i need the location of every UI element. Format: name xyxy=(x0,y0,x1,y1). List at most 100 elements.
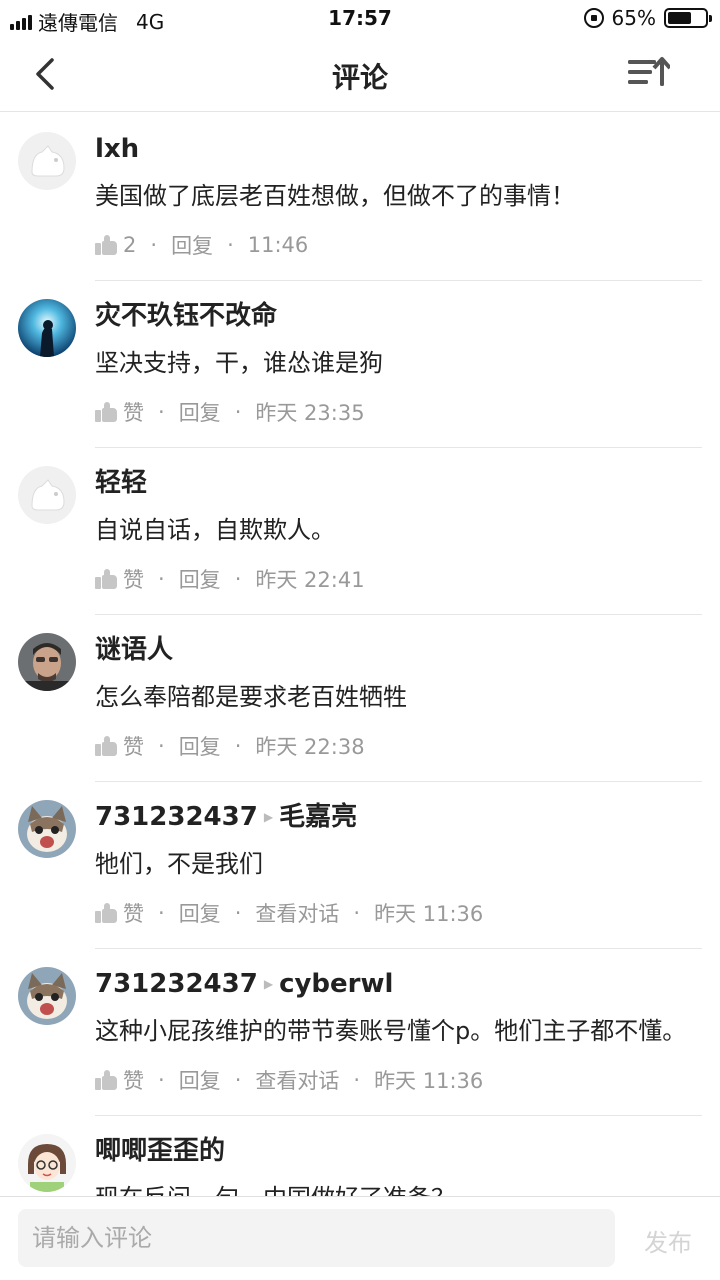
view-thread-button[interactable]: 查看对话 xyxy=(255,1065,339,1095)
comment-meta: 赞 · 回复 · 昨天 22:38 xyxy=(95,731,702,782)
comment-item[interactable]: 谜语人 怎么奉陪都是要求老百姓牺牲 赞 · 回复 · 昨天 22:38 xyxy=(0,615,720,782)
like-count: 赞 xyxy=(123,401,144,425)
comment-text: 自说自话，自欺欺人。 xyxy=(95,516,335,544)
reply-button[interactable]: 回复 xyxy=(179,898,221,928)
like-button[interactable]: 赞 xyxy=(95,397,144,427)
comment-list[interactable]: lxh 美国做了底层老百姓想做，但做不了的事情！ 2 · 回复 · 11:46 … xyxy=(0,114,720,1196)
like-button[interactable]: 赞 xyxy=(95,1065,144,1095)
comment-time: 昨天 11:36 xyxy=(374,1069,484,1093)
comment-item[interactable]: lxh 美国做了底层老百姓想做，但做不了的事情！ 2 · 回复 · 11:46 xyxy=(0,114,720,281)
thumbs-up-icon xyxy=(95,569,117,589)
like-count: 2 xyxy=(123,233,137,257)
comment-item[interactable]: 轻轻 自说自话，自欺欺人。 赞 · 回复 · 昨天 22:41 xyxy=(0,448,720,615)
separator: · xyxy=(158,400,165,424)
like-button[interactable]: 赞 xyxy=(95,564,144,594)
reply-button[interactable]: 回复 xyxy=(179,397,221,427)
avatar[interactable] xyxy=(18,299,76,357)
comment-text: 美国做了底层老百姓想做，但做不了的事情！ xyxy=(95,182,575,210)
comment-text: 怎么奉陪都是要求老百姓牺牲 xyxy=(95,683,407,711)
status-right: 65% xyxy=(583,6,712,30)
comment-item[interactable]: 唧唧歪歪的 现在反问一句，中国做好了准备？ xyxy=(0,1116,720,1196)
separator: · xyxy=(234,1068,242,1092)
reply-button[interactable]: 回复 xyxy=(179,564,221,594)
thumbs-up-icon xyxy=(95,736,117,756)
comment-header: 谜语人 xyxy=(95,615,702,665)
avatar[interactable] xyxy=(18,967,76,1025)
comment-text: 坚决支持，干，谁怂谁是狗 xyxy=(95,349,383,377)
comment-meta: 2 · 回复 · 11:46 xyxy=(95,230,702,281)
thumbs-up-icon xyxy=(95,903,117,923)
separator: · xyxy=(234,901,242,925)
comment-author[interactable]: lxh xyxy=(95,134,139,164)
avatar[interactable] xyxy=(18,466,76,524)
avatar[interactable] xyxy=(18,1134,76,1192)
comment-time: 昨天 22:41 xyxy=(255,568,365,592)
comment-meta: 赞 · 回复 · 查看对话 · 昨天 11:36 xyxy=(95,1065,702,1116)
rotation-lock-icon xyxy=(583,8,604,28)
comment-header: lxh xyxy=(95,114,702,164)
comment-text: 牠们，不是我们 xyxy=(95,850,263,878)
separator: · xyxy=(234,400,242,424)
comment-item[interactable]: 731232437 ▶ 毛嘉亮 牠们，不是我们 赞 · 回复 · 查看对话 · 昨天 … xyxy=(0,782,720,949)
avatar[interactable] xyxy=(18,132,76,190)
page-title: 评论 xyxy=(331,61,388,94)
separator: · xyxy=(158,901,165,925)
like-button[interactable]: 赞 xyxy=(95,731,144,761)
comment-time: 11:46 xyxy=(247,233,309,257)
comment-time: 昨天 22:38 xyxy=(255,735,365,759)
comment-author[interactable]: 731232437 xyxy=(95,969,258,999)
reply-arrow-icon: ▶ xyxy=(263,810,274,824)
separator: · xyxy=(234,567,242,591)
separator: · xyxy=(353,901,361,925)
separator: · xyxy=(150,233,158,257)
reply-button[interactable]: 回复 xyxy=(179,1065,221,1095)
comment-header: 灾不玖钰不改命 xyxy=(95,281,702,331)
comment-author[interactable]: 谜语人 xyxy=(95,635,173,665)
like-button[interactable]: 赞 xyxy=(95,898,144,928)
comment-input-bar: 发布 xyxy=(0,1196,720,1280)
sort-icon[interactable] xyxy=(626,54,670,94)
comment-author[interactable]: 灾不玖钰不改命 xyxy=(95,301,277,331)
status-bar: 遠傳電信 4G 17:57 65% xyxy=(0,0,720,36)
separator: · xyxy=(158,567,165,591)
comment-author[interactable]: 唧唧歪歪的 xyxy=(95,1136,225,1166)
like-count: 赞 xyxy=(123,902,144,926)
reply-button[interactable]: 回复 xyxy=(179,731,221,761)
avatar[interactable] xyxy=(18,633,76,691)
comment-meta: 赞 · 回复 · 昨天 22:41 xyxy=(95,564,702,615)
comment-text: 现在反问一句，中国做好了准备？ xyxy=(95,1178,702,1196)
like-count: 赞 xyxy=(123,568,144,592)
thumbs-up-icon xyxy=(95,235,117,255)
reply-to-user[interactable]: 毛嘉亮 xyxy=(279,802,357,832)
send-button[interactable]: 发布 xyxy=(644,1223,692,1258)
reply-button[interactable]: 回复 xyxy=(171,230,213,260)
like-count: 赞 xyxy=(123,735,144,759)
comment-header: 731232437 ▶ cyberwl xyxy=(95,949,702,999)
like-count: 赞 xyxy=(123,1069,144,1093)
comment-input[interactable] xyxy=(18,1209,615,1267)
comment-author[interactable]: 轻轻 xyxy=(95,468,147,498)
reply-arrow-icon: ▶ xyxy=(263,977,274,991)
separator: · xyxy=(234,734,242,758)
comment-text: 这种小屁孩维护的带节奏账号懂个p。牠们主子都不懂。 xyxy=(95,1017,687,1045)
comment-item[interactable]: 灾不玖钰不改命 坚决支持，干，谁怂谁是狗 赞 · 回复 · 昨天 23:35 xyxy=(0,281,720,448)
separator: · xyxy=(158,734,165,758)
separator: · xyxy=(158,1068,165,1092)
view-thread-button[interactable]: 查看对话 xyxy=(255,898,339,928)
comment-author[interactable]: 731232437 xyxy=(95,802,258,832)
avatar[interactable] xyxy=(18,800,76,858)
comment-meta: 赞 · 回复 · 查看对话 · 昨天 11:36 xyxy=(95,898,702,949)
comment-meta: 赞 · 回复 · 昨天 23:35 xyxy=(95,397,702,448)
separator: · xyxy=(353,1068,361,1092)
comment-time: 昨天 23:35 xyxy=(255,401,365,425)
like-button[interactable]: 2 xyxy=(95,233,136,257)
battery-percent: 65% xyxy=(611,6,656,30)
comment-item[interactable]: 731232437 ▶ cyberwl 这种小屁孩维护的带节奏账号懂个p。牠们主子都… xyxy=(0,949,720,1116)
nav-bar: 评论 xyxy=(0,36,720,112)
comment-header: 轻轻 xyxy=(95,448,702,498)
thumbs-up-icon xyxy=(95,402,117,422)
comment-header: 731232437 ▶ 毛嘉亮 xyxy=(95,782,702,832)
reply-to-user[interactable]: cyberwl xyxy=(279,969,393,999)
thumbs-up-icon xyxy=(95,1070,117,1090)
battery-icon xyxy=(664,8,712,28)
